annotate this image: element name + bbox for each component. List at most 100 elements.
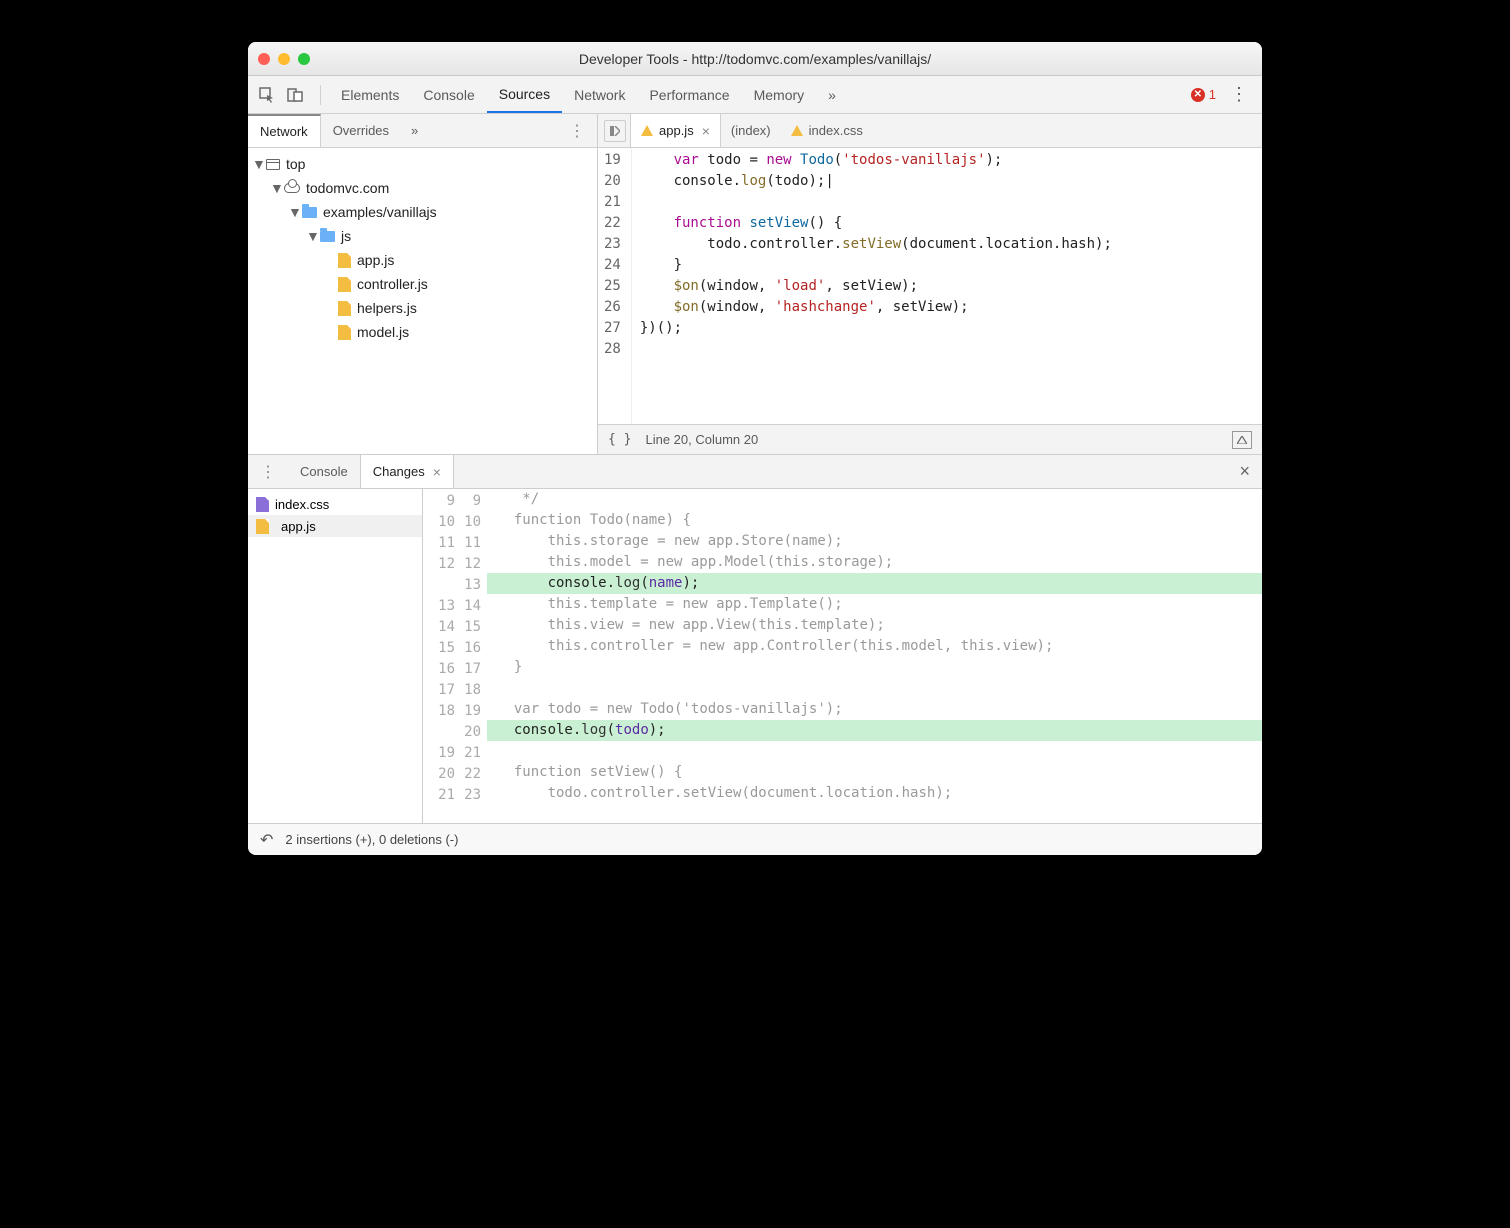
tab-network[interactable]: Network [248, 114, 321, 147]
tab-label: index.css [809, 123, 863, 138]
tab-overrides[interactable]: Overrides [321, 114, 401, 147]
tab-performance[interactable]: Performance [637, 76, 741, 113]
titlebar: Developer Tools - http://todomvc.com/exa… [248, 42, 1262, 76]
diff-line: this.view = new app.View(this.template); [487, 615, 1262, 636]
tree-top[interactable]: ▼top [248, 152, 597, 176]
changes-summary: 2 insertions (+), 0 deletions (-) [285, 832, 458, 847]
revert-icon[interactable]: ↶ [260, 830, 273, 850]
sources-panel: Network Overrides » ⋮ ▼top ▼todomvc.com … [248, 114, 1262, 455]
tree-file[interactable]: helpers.js [248, 296, 597, 320]
editor-statusbar: { } Line 20, Column 20 [598, 424, 1262, 454]
drawer-menu-icon[interactable]: ⋮ [248, 455, 288, 488]
toolbar-separator [320, 85, 321, 105]
tab-changes[interactable]: Changes × [360, 455, 454, 488]
diff-line: function Todo(name) { [487, 510, 1262, 531]
tree-label: todomvc.com [306, 180, 389, 196]
cloud-icon [284, 183, 300, 193]
tab-overflow[interactable]: » [816, 76, 848, 113]
error-indicator[interactable]: ✕ 1 [1191, 87, 1216, 102]
tab-elements[interactable]: Elements [329, 76, 411, 113]
diff-view[interactable]: 9101112 131415161718 192021 910111213141… [423, 489, 1262, 823]
js-file-icon [338, 277, 351, 292]
tab-label: Changes [373, 464, 425, 479]
css-file-icon [256, 497, 269, 512]
frame-icon [266, 159, 280, 170]
tree-file[interactable]: app.js [248, 248, 597, 272]
diff-line [487, 678, 1262, 699]
tree-folder[interactable]: ▼examples/vanillajs [248, 200, 597, 224]
coverage-toggle-button[interactable] [1232, 431, 1252, 449]
diff-line: console.log(todo); [487, 720, 1262, 741]
diff-line: this.template = new app.Template(); [487, 594, 1262, 615]
pretty-print-button[interactable]: { } [608, 432, 631, 447]
diff-line [487, 741, 1262, 762]
tree-label: controller.js [357, 276, 428, 292]
devtools-window: Developer Tools - http://todomvc.com/exa… [248, 42, 1262, 855]
settings-menu-icon[interactable]: ⋮ [1224, 84, 1254, 105]
js-file-icon [338, 301, 351, 316]
editor-tab[interactable]: (index) [721, 114, 781, 147]
cursor-position: Line 20, Column 20 [645, 432, 758, 447]
editor-tab[interactable]: app.js × [630, 114, 721, 147]
navigator-tabs: Network Overrides » ⋮ [248, 114, 597, 148]
tab-memory[interactable]: Memory [742, 76, 817, 113]
file-name: app.js [281, 519, 316, 534]
device-toolbar-icon[interactable] [284, 84, 306, 106]
navigator-sidebar: Network Overrides » ⋮ ▼top ▼todomvc.com … [248, 114, 598, 454]
tree-file[interactable]: controller.js [248, 272, 597, 296]
tab-console[interactable]: Console [411, 76, 486, 113]
file-tree: ▼top ▼todomvc.com ▼examples/vanillajs ▼j… [248, 148, 597, 454]
js-file-icon [338, 253, 351, 268]
tree-file[interactable]: model.js [248, 320, 597, 344]
changed-file[interactable]: index.css [248, 493, 422, 515]
main-toolbar: ElementsConsoleSourcesNetworkPerformance… [248, 76, 1262, 114]
diff-line: var todo = new Todo('todos-vanillajs'); [487, 699, 1262, 720]
changes-body: index.css app.js 9101112 131415161718 192… [248, 489, 1262, 823]
folder-icon [320, 231, 335, 242]
nav-back-button[interactable] [604, 120, 626, 142]
diff-code: */ function Todo(name) { this.storage = … [487, 489, 1262, 823]
diff-line: } [487, 657, 1262, 678]
window-title: Developer Tools - http://todomvc.com/exa… [248, 51, 1262, 67]
changed-files-list: index.css app.js [248, 489, 423, 823]
editor-tab[interactable]: index.css [781, 114, 873, 147]
close-icon[interactable]: × [700, 123, 710, 139]
tree-label: examples/vanillajs [323, 204, 437, 220]
tree-label: top [286, 156, 305, 172]
editor-code[interactable]: var todo = new Todo('todos-vanillajs'); … [632, 148, 1112, 424]
inspect-element-icon[interactable] [256, 84, 278, 106]
changes-statusbar: ↶ 2 insertions (+), 0 deletions (-) [248, 823, 1262, 855]
changed-file[interactable]: app.js [248, 515, 422, 537]
tab-label: (index) [731, 123, 771, 138]
diff-line: console.log(name); [487, 573, 1262, 594]
js-file-icon [338, 325, 351, 340]
diff-line: */ [487, 489, 1262, 510]
tree-folder-js[interactable]: ▼js [248, 224, 597, 248]
drawer: ⋮ Console Changes × × index.css app.js 91… [248, 455, 1262, 855]
tree-label: app.js [357, 252, 394, 268]
warning-icon [791, 125, 803, 136]
warning-icon [641, 125, 653, 136]
diff-line: this.controller = new app.Controller(thi… [487, 636, 1262, 657]
drawer-tabs: ⋮ Console Changes × × [248, 455, 1262, 489]
js-file-icon [256, 519, 269, 534]
error-count: 1 [1209, 87, 1216, 102]
tab-network[interactable]: Network [562, 76, 637, 113]
tree-domain[interactable]: ▼todomvc.com [248, 176, 597, 200]
drawer-close-button[interactable]: × [1227, 455, 1262, 488]
tab-console[interactable]: Console [288, 455, 360, 488]
navigator-tab-overflow[interactable]: » [401, 114, 428, 147]
diff-line: this.model = new app.Model(this.storage)… [487, 552, 1262, 573]
editor-gutter: 19202122232425262728 [598, 148, 632, 424]
tab-label: app.js [659, 123, 694, 138]
folder-icon [302, 207, 317, 218]
tab-sources[interactable]: Sources [487, 76, 562, 113]
tree-label: helpers.js [357, 300, 417, 316]
diff-line: todo.controller.setView(document.locatio… [487, 783, 1262, 804]
code-editor[interactable]: 19202122232425262728 var todo = new Todo… [598, 148, 1262, 424]
tree-label: model.js [357, 324, 409, 340]
tree-label: js [341, 228, 351, 244]
close-icon[interactable]: × [431, 464, 441, 480]
editor-area: app.js × (index) index.css 1920212223242526… [598, 114, 1262, 454]
navigator-menu-icon[interactable]: ⋮ [557, 114, 597, 147]
